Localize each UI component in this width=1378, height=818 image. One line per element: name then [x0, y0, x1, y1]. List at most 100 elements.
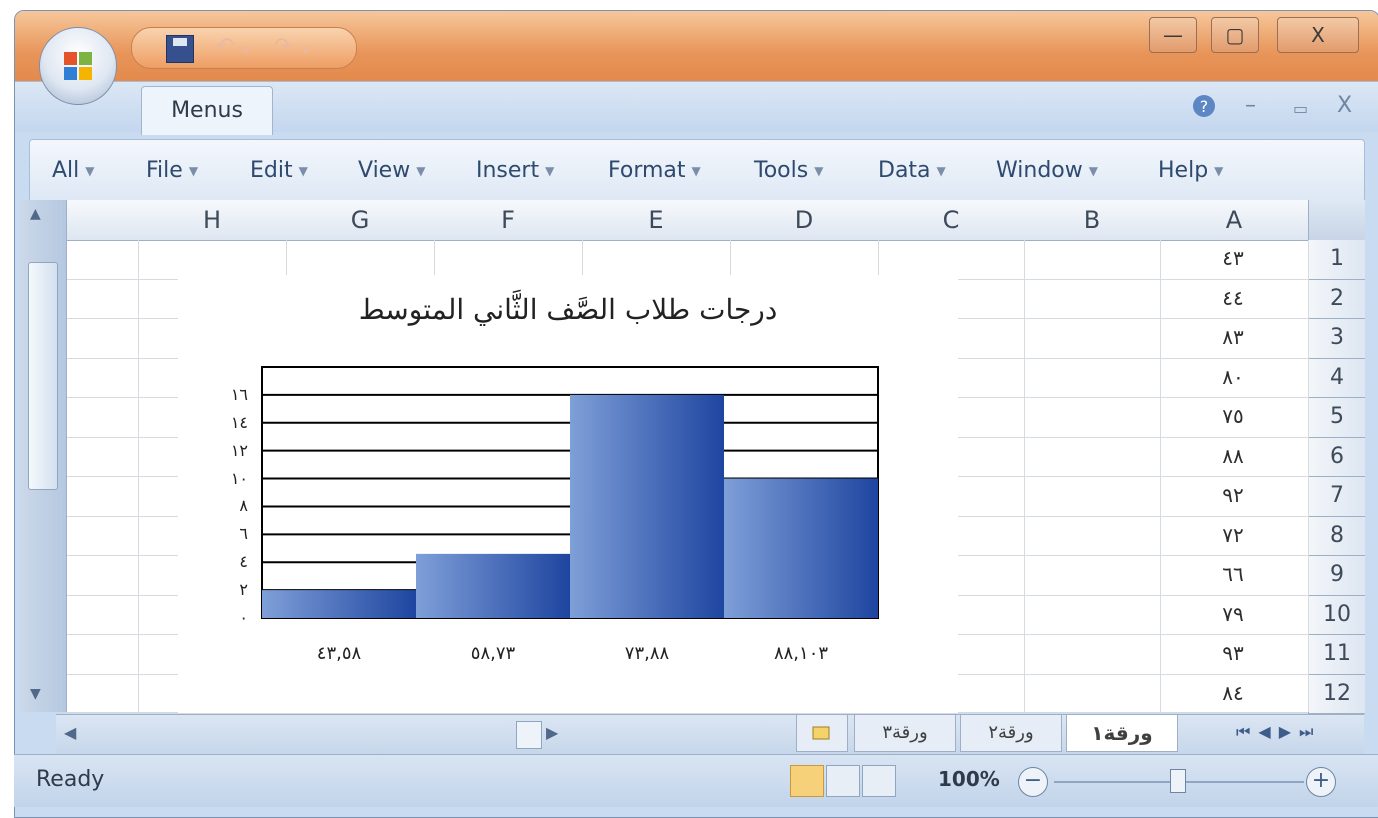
vertical-scrollbar[interactable]: ▲ ▼: [20, 200, 67, 712]
cell-a10[interactable]: ٧٩: [1160, 602, 1306, 626]
column-header-g[interactable]: G: [286, 200, 435, 241]
menu-help[interactable]: Help ▼: [1158, 158, 1223, 183]
ribbon-close-icon[interactable]: X: [1337, 93, 1352, 118]
zoom-out-icon[interactable]: −: [1018, 767, 1048, 797]
cell-a6[interactable]: ٨٨: [1160, 444, 1306, 468]
cell-a11[interactable]: ٩٣: [1160, 641, 1306, 665]
redo-dropdown-icon[interactable]: ▾: [302, 42, 309, 58]
svg-text:?: ?: [1200, 97, 1209, 116]
scroll-down-icon[interactable]: ▼: [30, 686, 41, 702]
undo-dropdown-icon[interactable]: ▾: [242, 42, 249, 58]
row-header-6[interactable]: 6: [1308, 437, 1365, 477]
x-tick-label: ٧٣,٨٨: [624, 643, 670, 664]
row-header-8[interactable]: 8: [1308, 516, 1365, 556]
minimize-button[interactable]: —: [1149, 17, 1197, 53]
ribbon-restore-icon[interactable]: ▭: [1293, 99, 1308, 118]
chart-bar[interactable]: [724, 478, 878, 618]
save-icon[interactable]: [166, 35, 194, 63]
hscroll-right-icon[interactable]: ▶: [546, 723, 558, 742]
chart-bar[interactable]: [262, 590, 416, 618]
y-tick-label: ١٠: [230, 468, 248, 488]
tab-menus[interactable]: Menus: [141, 86, 273, 135]
row-header-5[interactable]: 5: [1308, 398, 1365, 438]
hscroll-left-icon[interactable]: ◀: [64, 723, 76, 742]
row-header-9[interactable]: 9: [1308, 556, 1365, 596]
column-header-b[interactable]: B: [1024, 200, 1161, 241]
column-header-d[interactable]: D: [730, 200, 879, 241]
row-header-7[interactable]: 7: [1308, 477, 1365, 517]
hscroll-thumb[interactable]: [516, 721, 542, 749]
quick-access-toolbar: ↶ ▾ ↷ ▾: [131, 27, 357, 69]
normal-view-icon[interactable]: [790, 765, 824, 797]
menu-format[interactable]: Format ▼: [608, 158, 701, 183]
row-header-1[interactable]: 1: [1308, 240, 1365, 280]
cell-a7[interactable]: ٩٢: [1160, 483, 1306, 507]
x-tick-label: ٨٨,١٠٣: [773, 643, 829, 664]
sheet-tab-bar: ◀ ▶ ورقة٣ ورقة٢ ورقة١ ⏮◀▶⏭: [56, 714, 1364, 755]
column-header-c[interactable]: C: [878, 200, 1025, 241]
help-icon[interactable]: ?: [1191, 93, 1217, 125]
sheet-tab-1-active[interactable]: ورقة١: [1066, 715, 1178, 752]
x-tick-label: ٥٨,٧٣: [470, 643, 516, 664]
y-tick-label: ٦: [239, 524, 248, 544]
y-tick-label: ١٤: [230, 412, 248, 432]
row-header-2[interactable]: 2: [1308, 279, 1365, 319]
select-all-corner[interactable]: [1308, 200, 1365, 240]
redo-icon[interactable]: ↷: [274, 34, 292, 59]
ribbon-minimize-icon[interactable]: –: [1245, 93, 1256, 118]
menu-insert[interactable]: Insert ▼: [476, 158, 554, 183]
cell-a2[interactable]: ٤٤: [1160, 286, 1306, 310]
bar-chart[interactable]: درجات طلاب الصَّف الثَّاني المتوسط ٤٣,٥٨…: [178, 275, 958, 713]
cell-a4[interactable]: ٨٠: [1160, 365, 1306, 389]
classic-menu-bar: All ▼ File ▼ Edit ▼ View ▼ Insert ▼ Format ▼ T…: [29, 139, 1365, 207]
menu-file[interactable]: File ▼: [146, 158, 198, 183]
row-header-11[interactable]: 11: [1308, 635, 1365, 675]
column-header-e[interactable]: E: [582, 200, 731, 241]
cell-a8[interactable]: ٧٢: [1160, 523, 1306, 547]
y-tick-label: ٢: [239, 580, 248, 600]
sheet-tab-3[interactable]: ورقة٣: [854, 715, 956, 752]
undo-icon[interactable]: ↶: [216, 34, 234, 59]
chart-bar[interactable]: [570, 394, 724, 618]
close-button[interactable]: X: [1277, 17, 1359, 53]
column-header-a[interactable]: A: [1160, 200, 1309, 241]
cell-a5[interactable]: ٧٥: [1160, 404, 1306, 428]
cell-a1[interactable]: ٤٣: [1160, 246, 1306, 270]
column-gridline: [1160, 240, 1161, 712]
sheet-tab-2[interactable]: ورقة٢: [960, 715, 1062, 752]
chart-bar[interactable]: [416, 553, 570, 618]
zoom-slider-thumb[interactable]: [1170, 769, 1186, 793]
cell-a12[interactable]: ٨٤: [1160, 681, 1306, 705]
status-ready: Ready: [36, 767, 105, 792]
office-button[interactable]: [39, 27, 117, 105]
row-header-12[interactable]: 12: [1308, 674, 1365, 714]
y-tick-label: ١٢: [230, 440, 248, 460]
page-break-view-icon[interactable]: [862, 765, 896, 797]
row-header-3[interactable]: 3: [1308, 319, 1365, 359]
maximize-button[interactable]: ▢: [1211, 17, 1259, 53]
menu-view[interactable]: View ▼: [358, 158, 425, 183]
insert-sheet-tab[interactable]: [796, 715, 848, 752]
menu-edit[interactable]: Edit ▼: [250, 158, 308, 183]
sheet-nav-icons[interactable]: ⏮◀▶⏭: [1236, 722, 1321, 742]
zoom-level[interactable]: 100%: [938, 767, 1000, 791]
x-tick-label: ٤٣,٥٨: [316, 643, 362, 664]
zoom-in-icon[interactable]: +: [1306, 767, 1336, 797]
page-layout-view-icon[interactable]: [826, 765, 860, 797]
row-header-10[interactable]: 10: [1308, 595, 1365, 635]
cell-a3[interactable]: ٨٣: [1160, 325, 1306, 349]
column-gridline: [138, 240, 139, 712]
column-header-h[interactable]: H: [138, 200, 287, 241]
y-tick-label: ١٦: [230, 384, 248, 404]
column-header-partial[interactable]: [66, 200, 139, 241]
column-header-f[interactable]: F: [434, 200, 583, 241]
row-header-4[interactable]: 4: [1308, 358, 1365, 398]
scroll-up-icon[interactable]: ▲: [30, 206, 41, 222]
menu-data[interactable]: Data ▼: [878, 158, 946, 183]
vertical-scroll-thumb[interactable]: [28, 262, 58, 490]
menu-tools[interactable]: Tools ▼: [754, 158, 823, 183]
cell-a9[interactable]: ٦٦: [1160, 562, 1306, 586]
status-bar: Ready 100% − +: [14, 754, 1378, 807]
menu-all[interactable]: All ▼: [52, 158, 95, 183]
menu-window[interactable]: Window ▼: [996, 158, 1098, 183]
